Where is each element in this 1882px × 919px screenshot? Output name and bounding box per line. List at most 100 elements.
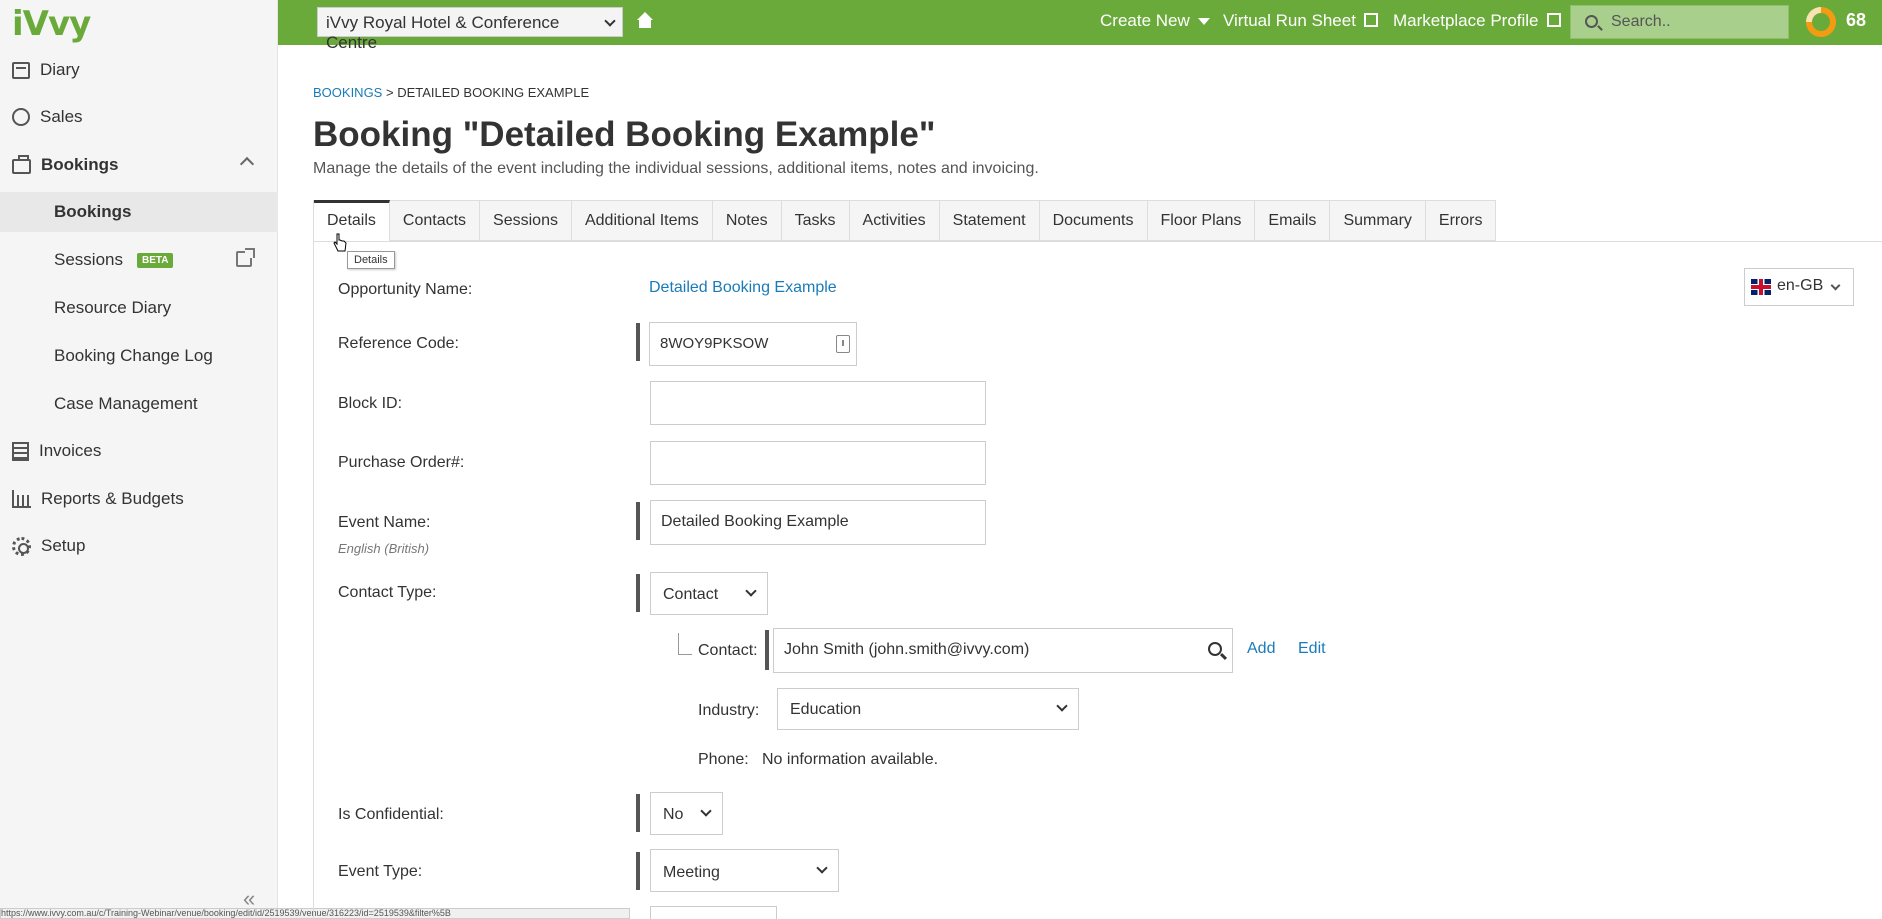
block-id-input[interactable] [650,381,986,425]
chevron-down-icon [816,861,828,874]
contact-type-select[interactable]: Contact [650,572,768,615]
language-select-value: en-GB [1777,277,1824,294]
sidebar-subitem-bookings[interactable]: Bookings [0,192,278,232]
virtual-run-sheet-link[interactable]: Virtual Run Sheet [1223,11,1378,31]
add-contact-link[interactable]: Add [1247,640,1275,658]
purchase-order-label: Purchase Order#: [338,454,465,471]
contact-input[interactable]: John Smith (john.smith@ivvy.com) [773,628,1233,673]
industry-select[interactable]: Education [777,688,1079,730]
bar-chart-icon [12,490,31,508]
required-indicator [636,574,640,612]
breadcrumb-bookings-link[interactable]: BOOKINGS [313,85,382,100]
contact-type-label: Contact Type: [338,584,437,601]
event-name-label: Event Name: [338,514,431,531]
chevron-down-icon [700,804,712,817]
tab-additional-items[interactable]: Additional Items [572,201,713,241]
event-name-language-hint: English (British) [338,541,430,556]
tooltip: Details [347,251,395,269]
phone-label: Phone: [698,751,749,768]
search-input[interactable] [1611,12,1781,32]
tab-summary[interactable]: Summary [1330,201,1426,241]
sidebar-item-label: Sales [40,107,83,126]
sidebar-item-label: Booking Change Log [54,346,213,365]
event-type-select[interactable]: Meeting [650,849,839,892]
event-name-input[interactable]: Detailed Booking Example [650,500,986,545]
sidebar-item-label: Sessions [54,250,123,269]
is-confidential-label: Is Confidential: [338,806,444,823]
event-type-label: Event Type: [338,863,423,880]
breadcrumb: BOOKINGS > DETAILED BOOKING EXAMPLE [313,85,589,100]
tab-divider [313,241,1882,242]
tree-connector [678,633,692,655]
reference-code-field[interactable]: 8WOY9PKSOW [649,322,857,366]
contact-type-value: Contact [663,586,719,603]
industry-label: Industry: [698,702,760,719]
language-select[interactable]: en-GB [1744,268,1854,306]
tab-notes[interactable]: Notes [713,201,782,241]
briefcase-icon [12,155,31,174]
contact-value: John Smith (john.smith@ivvy.com) [784,641,1030,658]
external-link-icon [1546,13,1561,27]
sidebar-item-label: Reports & Budgets [41,489,184,508]
is-confidential-select[interactable]: No [650,792,723,835]
venue-select[interactable]: iVvy Royal Hotel & Conference Centre [317,7,623,52]
sidebar-subitem-sessions[interactable]: Sessions BETA [0,240,278,280]
sidebar-subitem-booking-change-log[interactable]: Booking Change Log [0,336,278,376]
sidebar: iVvy Diary Sales Bookings Bookings Sessi… [0,0,278,919]
chevron-down-icon [1830,280,1841,291]
sales-icon [12,108,30,126]
required-indicator [765,630,769,670]
marketplace-profile-label: Marketplace Profile [1393,11,1539,30]
chevron-down-icon [604,15,616,27]
sidebar-item-label: Bookings [54,202,132,221]
tab-contacts[interactable]: Contacts [390,201,481,241]
tab-sessions[interactable]: Sessions [480,201,572,241]
sidebar-item-label: Bookings [41,155,119,174]
event-name-value: Detailed Booking Example [661,513,849,530]
chevron-up-icon[interactable] [239,156,255,172]
chevron-down-icon [1056,700,1068,712]
clipboard-icon[interactable] [836,335,850,353]
search-icon [1585,15,1598,28]
sidebar-item-sales[interactable]: Sales [0,97,278,137]
create-new-menu[interactable]: Create New [1100,11,1210,31]
external-link-icon[interactable] [236,248,255,267]
opportunity-name-label: Opportunity Name: [338,281,473,298]
sidebar-item-reports-budgets[interactable]: Reports & Budgets [0,479,278,519]
sidebar-item-bookings[interactable]: Bookings [0,145,278,185]
industry-value: Education [790,701,862,718]
tab-errors[interactable]: Errors [1426,201,1496,241]
edit-contact-link[interactable]: Edit [1298,640,1326,658]
search-box[interactable] [1570,5,1789,39]
beta-badge: BETA [136,252,174,268]
required-indicator [636,794,640,832]
tab-tasks[interactable]: Tasks [782,201,850,241]
marketplace-profile-link[interactable]: Marketplace Profile [1393,11,1561,31]
purchase-order-input[interactable] [650,441,986,485]
gear-icon [12,536,31,556]
search-icon[interactable] [1208,642,1222,656]
sidebar-item-diary[interactable]: Diary [0,50,278,90]
sidebar-item-invoices[interactable]: Invoices [0,431,278,471]
tab-floor-plans[interactable]: Floor Plans [1148,201,1256,241]
opportunity-name-link[interactable]: Detailed Booking Example [649,279,837,297]
score-ring-icon[interactable] [1806,7,1836,37]
sidebar-subitem-resource-diary[interactable]: Resource Diary [0,288,278,328]
sidebar-item-setup[interactable]: Setup [0,526,278,566]
breadcrumb-separator: > [385,85,394,100]
phone-value: No information available. [762,751,939,768]
chevron-down-icon [745,584,757,597]
tab-documents[interactable]: Documents [1040,201,1148,241]
ivvy-logo[interactable]: iVvy [12,4,91,44]
virtual-run-sheet-label: Virtual Run Sheet [1223,11,1356,30]
calendar-icon [12,61,30,79]
tab-emails[interactable]: Emails [1255,201,1331,241]
tab-statement[interactable]: Statement [940,201,1040,241]
score-value[interactable]: 68 [1846,10,1866,31]
sidebar-item-label: Case Management [54,394,198,413]
tab-activities[interactable]: Activities [850,201,940,241]
home-icon[interactable] [636,11,654,29]
next-field-partial[interactable] [650,906,777,919]
tab-details[interactable]: Details [314,200,390,241]
sidebar-subitem-case-management[interactable]: Case Management [0,384,278,424]
